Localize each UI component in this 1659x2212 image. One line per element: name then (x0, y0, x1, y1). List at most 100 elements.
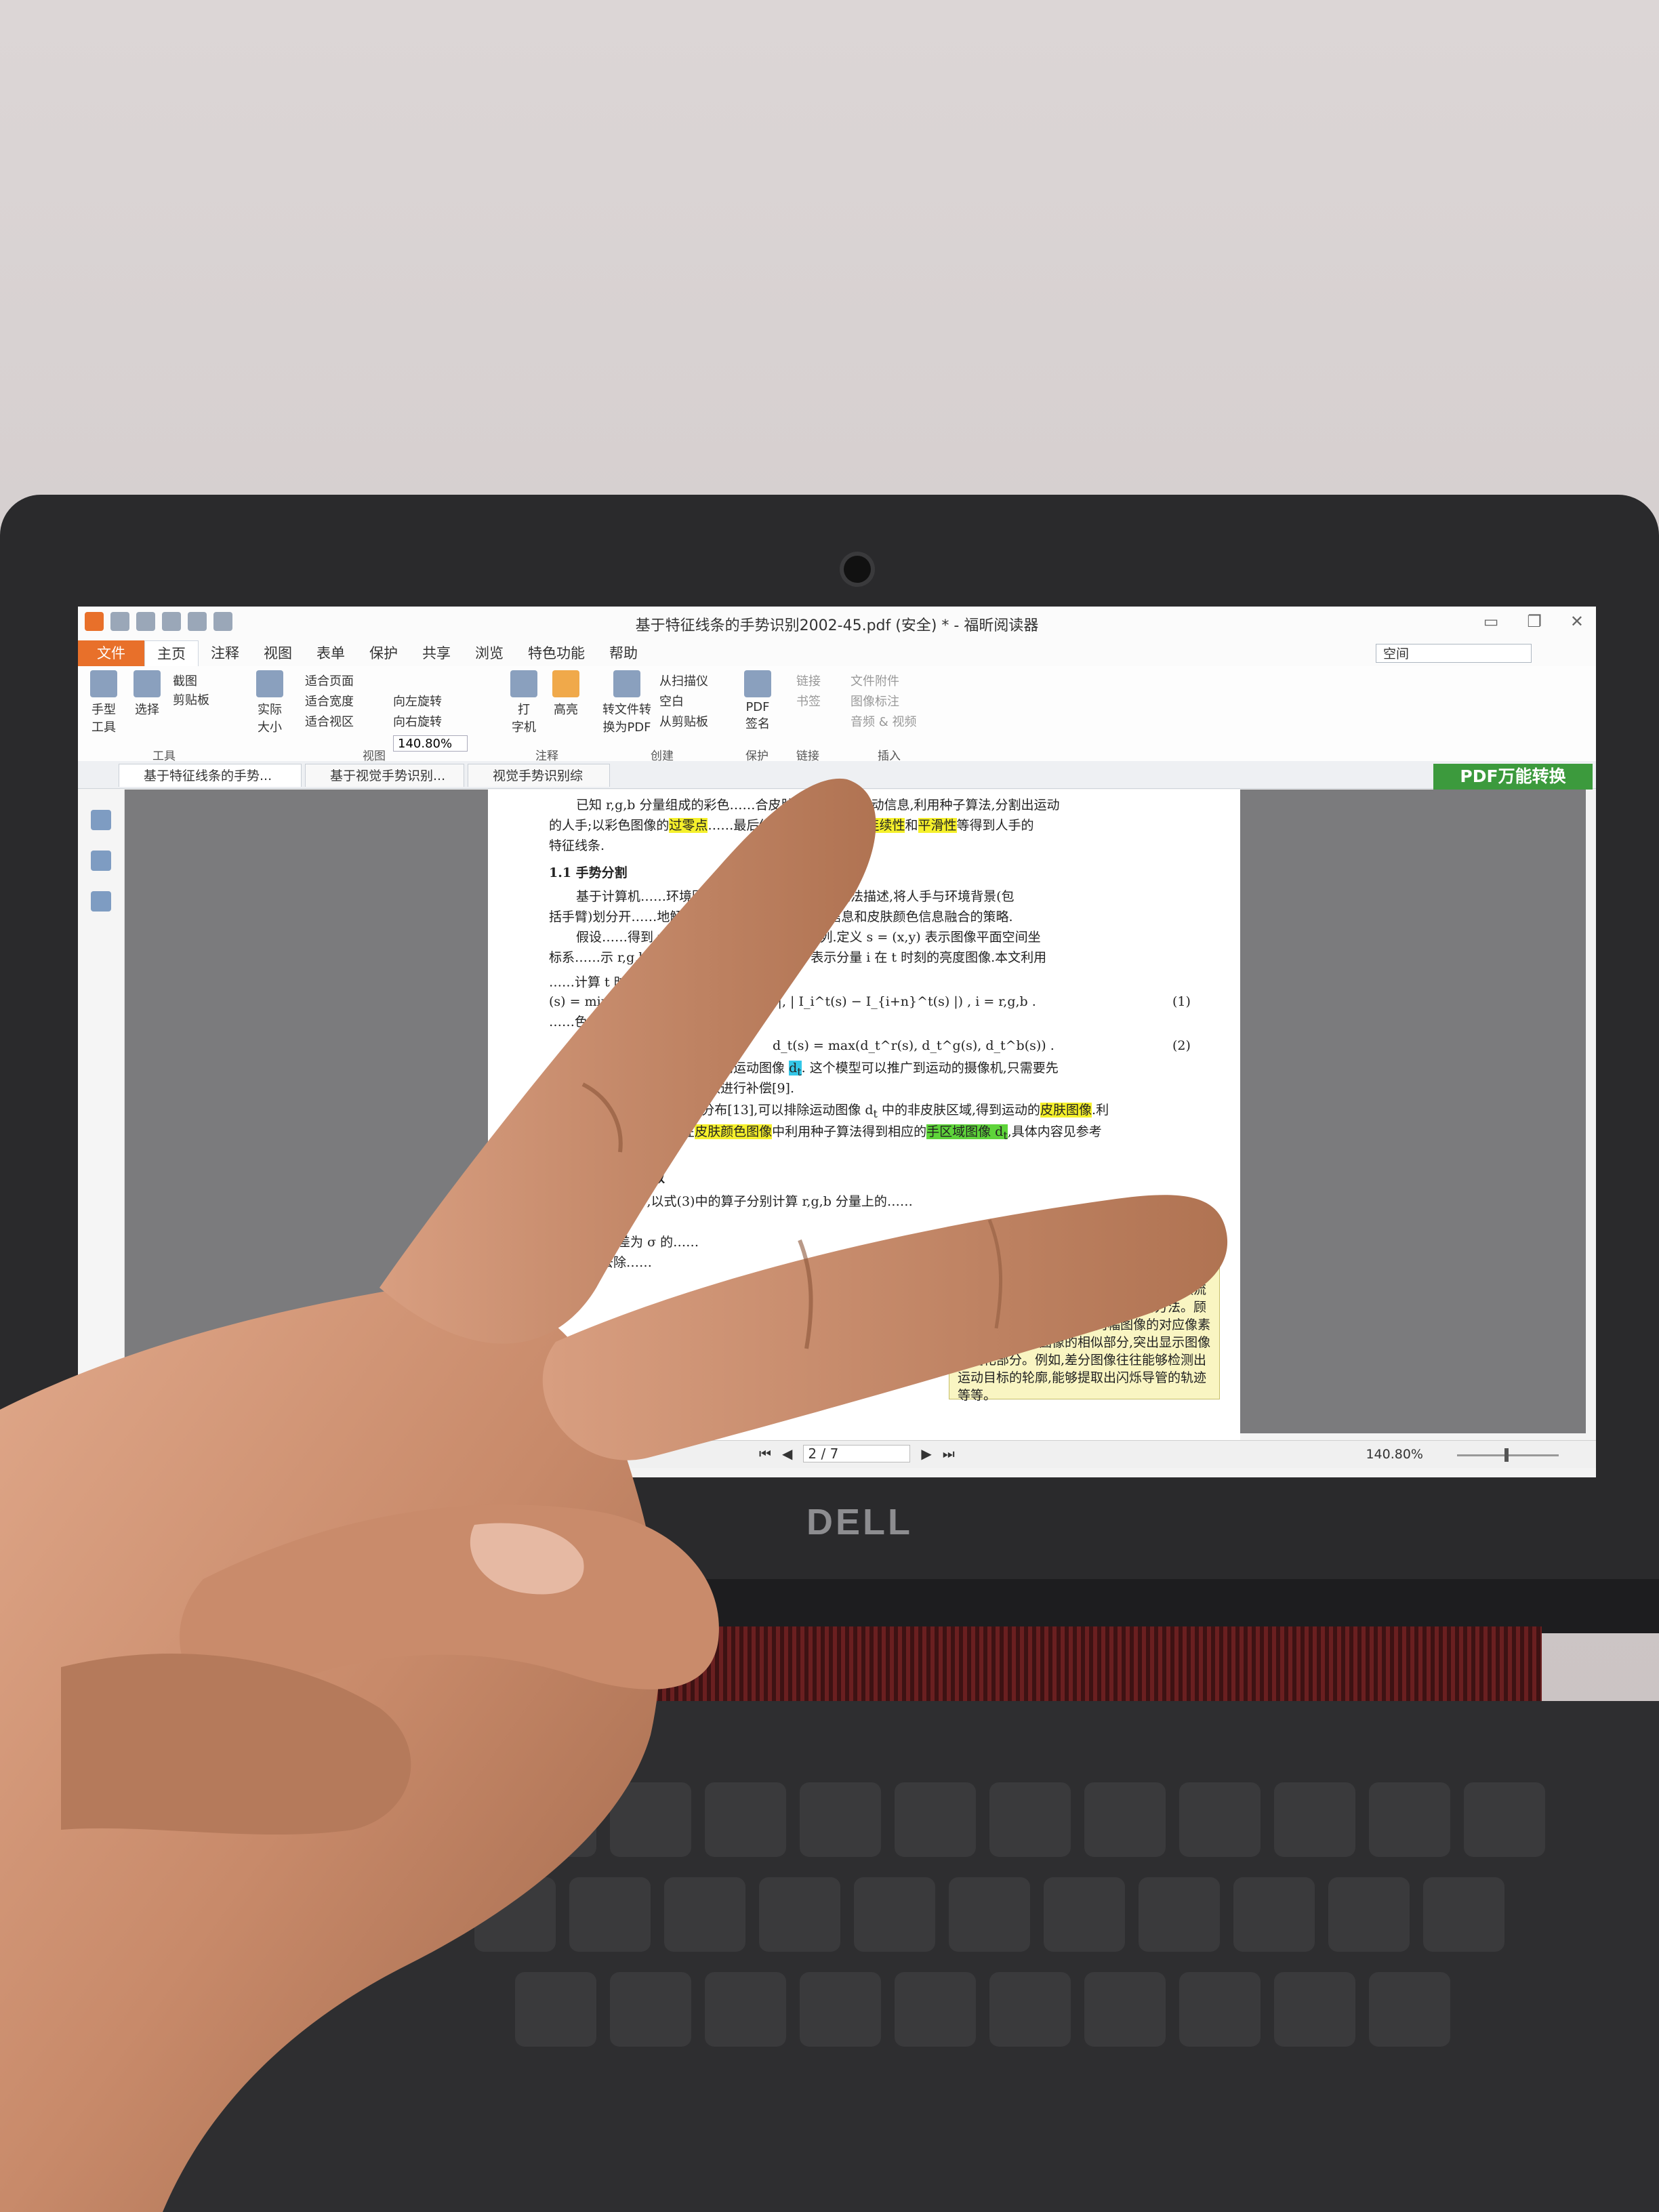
keyboard-key (705, 1972, 786, 2047)
keyboard-key (1274, 1782, 1355, 1857)
zoom-select[interactable]: 140.80% (393, 735, 468, 752)
comment-popup-note[interactable]: 目标场景在连续时间点图像相……成的图像。在处理图像的时候,特别……处理视频流图像… (949, 1257, 1220, 1403)
keyboard-key (705, 1782, 786, 1857)
keyboard-key (1084, 1972, 1166, 2047)
blank-page-button[interactable]: 空白 (659, 692, 684, 710)
menu-item-0[interactable]: 文件 (78, 640, 144, 666)
keyboard-key (420, 1782, 501, 1857)
keyboard-key (949, 1877, 1030, 1952)
menu-item-6[interactable]: 共享 (410, 640, 463, 666)
bookmark-button[interactable]: 书签 (796, 692, 821, 710)
fit-visible-button[interactable]: 适合视区 (305, 712, 354, 730)
keyboard-key (1369, 1782, 1450, 1857)
laptop-hinge (0, 1579, 1659, 1633)
keyboard-key (1179, 1972, 1261, 2047)
doc-line: 括手臂)划分开……地解决这个问题,我们采用运动信息和皮肤颜色信息融合的策略. (549, 909, 1013, 924)
status-bar: ⏮ ◀ 2 / 7 ▶ ⏭ 140.80% (78, 1440, 1596, 1468)
minimize-icon[interactable]: ▭ (1483, 612, 1499, 631)
menu-item-9[interactable]: 帮助 (597, 640, 650, 666)
convert-to-pdf-button[interactable]: 转文件转 换为PDF (600, 670, 654, 735)
doc-line: ……RGB 图像中,以式(3)中的算子分别计算 r,g,b 分量上的…… (549, 1194, 913, 1209)
keyboard-key (989, 1782, 1071, 1857)
webcam (844, 556, 871, 583)
last-page-icon[interactable]: ⏭ (943, 1446, 955, 1462)
typewriter-button[interactable]: 打 字机 (505, 670, 543, 735)
tab-doc-3[interactable]: 视觉手势识别综述-... (468, 764, 610, 806)
zoom-slider-handle[interactable] (1504, 1448, 1509, 1462)
highlight-icon (552, 670, 579, 697)
pdf-convert-button[interactable]: PDF万能转换 (1433, 764, 1593, 790)
from-clipboard-button[interactable]: 从剪贴板 (659, 712, 708, 730)
section-heading: 1.1 手势分割 (549, 865, 628, 880)
pen-icon (744, 670, 771, 697)
keyboard-key (1464, 1782, 1545, 1857)
search-input[interactable]: 空间 (1376, 644, 1532, 663)
from-scanner-button[interactable]: 从扫描仪 (659, 672, 708, 689)
rotate-right-button[interactable]: 向右旋转 (393, 712, 442, 730)
typewriter-icon (510, 670, 537, 697)
rotate-left-button[interactable]: 向左旋转 (393, 692, 442, 710)
link-button[interactable]: 链接 (796, 672, 821, 689)
actual-size-button[interactable]: 实际 大小 (251, 670, 289, 735)
pages-icon[interactable] (91, 810, 111, 830)
doc-line: 基于计算机……环境因素多种多样,不可预见也无法描述,将人手与环境背景(包 (576, 889, 1015, 904)
keyboard-key (1084, 1782, 1166, 1857)
laptop-brand-logo: DELL (806, 1502, 913, 1542)
doc-line: 标系……示 r,g,b 中任意一个分量.那么 I_i^t 表示分量 i 在 t … (549, 950, 1047, 965)
tab-doc-1[interactable]: 基于特征线条的手势... (119, 764, 302, 787)
zoom-slider[interactable] (1457, 1448, 1559, 1462)
hand-tool-button[interactable]: 手型 工具 (85, 670, 123, 735)
restore-icon[interactable]: ❐ (1527, 612, 1542, 631)
keyboard-deck (0, 1701, 1659, 2212)
menu-item-7[interactable]: 浏览 (463, 640, 516, 666)
keyboard-key (895, 1782, 976, 1857)
close-icon[interactable]: ✕ (1570, 612, 1584, 631)
clipboard-button[interactable]: 剪贴板 (173, 691, 209, 708)
page-number-input[interactable]: 2 / 7 (803, 1445, 911, 1462)
menu-item-4[interactable]: 表单 (304, 640, 357, 666)
doc-line: ……色序列在 t 时刻的运动图像 dt 为 (549, 1015, 764, 1032)
file-attachment-button[interactable]: 文件附件 (851, 672, 899, 689)
menu-item-5[interactable]: 保护 (357, 640, 410, 666)
menu-list: 文件 主页 注释 视图 表单 保护 共享 浏览 特色功能 帮助 (78, 640, 650, 666)
select-button[interactable]: 选择 (128, 670, 166, 718)
keyboard-key (800, 1972, 881, 2047)
menu-item-3[interactable]: 视图 (251, 640, 304, 666)
menu-item-8[interactable]: 特色功能 (516, 640, 597, 666)
doc-line: ……进行平滑和二值化处理,得到运动图像 dt. 这个模型可以推广到运动的摄像机,… (549, 1061, 1059, 1078)
left-gutter (125, 790, 488, 1433)
audio-video-button[interactable]: 音频 & 视频 (851, 712, 916, 730)
doc-line: 的人手;以彩色图像的过零点……最后结合两者结果,利用连续性和平滑性等得到人手的 (549, 818, 1034, 833)
zoom-level: 140.80% (1366, 1447, 1423, 1462)
pdf-sign-button[interactable]: PDF 签名 (739, 670, 777, 732)
image-annotation-button[interactable]: 图像标注 (851, 692, 899, 710)
menu-item-1[interactable]: 主页 (144, 640, 199, 666)
doc-line: ……计算 t 时刻 i 分量运动图像 dit 为 (549, 971, 766, 993)
keyboard-key (895, 1972, 976, 2047)
laptop-screen: 基于特征线条的手势识别2002-45.pdf (安全) * - 福昕阅读器 ▭ … (78, 607, 1596, 1477)
first-page-icon[interactable]: ⏮ (759, 1446, 771, 1462)
keyboard-key (759, 1877, 840, 1952)
title-bar: 基于特征线条的手势识别2002-45.pdf (安全) * - 福昕阅读器 ▭ … (78, 607, 1596, 641)
fit-width-button[interactable]: 适合宽度 (305, 692, 354, 710)
snapshot-button[interactable]: 截图 (173, 672, 197, 689)
speaker-grille (654, 1626, 1542, 1701)
keyboard-key (1369, 1972, 1450, 2047)
navigation-panel (78, 790, 125, 1433)
comments-icon[interactable] (91, 891, 111, 912)
keyboard-key (1328, 1877, 1410, 1952)
keyboard-key (610, 1782, 691, 1857)
doc-line: ……体运动,引入一个运动参数进行补偿[9]. (549, 1081, 794, 1096)
next-page-icon[interactable]: ▶ (921, 1446, 931, 1462)
tab-doc-2[interactable]: 基于视觉手势识别... (305, 764, 464, 787)
menu-item-2[interactable]: 注释 (199, 640, 251, 666)
ribbon: 手型 工具 选择 截图 剪贴板 工具 实际 大小 适合页面 适合宽度 适合视区 … (78, 666, 1596, 763)
prev-page-icon[interactable]: ◀ (782, 1446, 792, 1462)
page-navigator: ⏮ ◀ 2 / 7 ▶ ⏭ (759, 1445, 955, 1462)
highlight-button[interactable]: 高亮 (547, 670, 585, 718)
document-tabs: 基于特征线条的手势... 基于视觉手势识别... 视觉手势识别综述-... (78, 761, 1596, 806)
keyboard-key (569, 1877, 651, 1952)
keyboard-key (664, 1877, 745, 1952)
fit-page-button[interactable]: 适合页面 (305, 672, 354, 689)
bookmarks-icon[interactable] (91, 851, 111, 871)
